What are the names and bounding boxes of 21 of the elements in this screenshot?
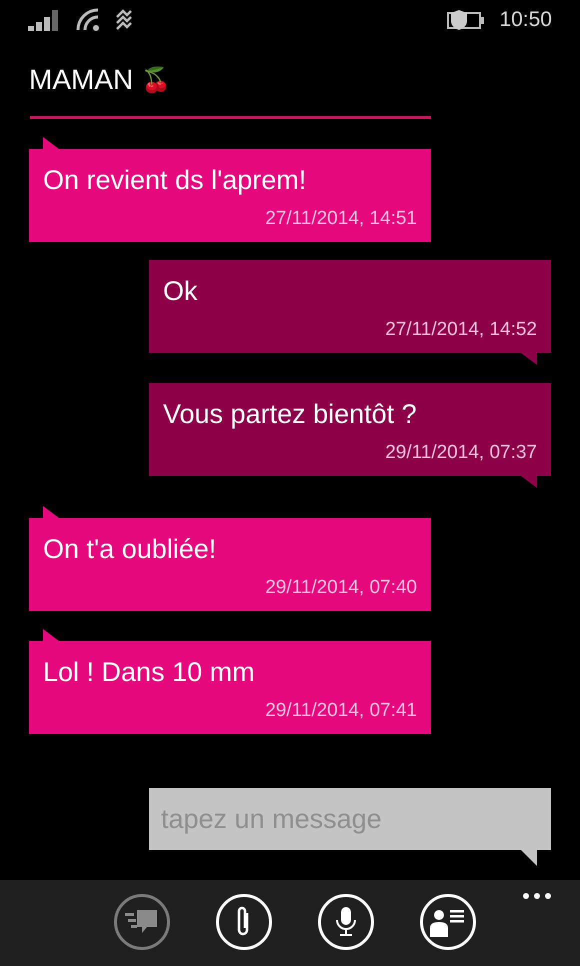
message-text: Lol ! Dans 10 mm [43, 657, 256, 688]
message-timestamp: 29/11/2014, 07:41 [265, 700, 417, 722]
bubble-tail [521, 850, 537, 866]
message-timestamp: 29/11/2014, 07:37 [385, 442, 537, 464]
cherry-emoji: 🍒 [141, 66, 172, 94]
message-text: On revient ds l'aprem! [43, 165, 308, 196]
message-text: Ok [163, 276, 199, 307]
message-timestamp: 29/11/2014, 07:40 [265, 577, 417, 599]
time-text: 10:50 [499, 8, 552, 32]
message-text: Vous partez bientôt ? [163, 399, 418, 430]
message-timestamp: 27/11/2014, 14:52 [385, 319, 537, 341]
battery-saver-icon [447, 8, 486, 32]
more-icon[interactable] [522, 892, 552, 900]
voice-button[interactable] [318, 894, 374, 950]
microphone-icon [334, 906, 358, 938]
message-timestamp: 27/11/2014, 14:51 [265, 208, 417, 230]
wifi-icon [76, 8, 100, 32]
contact-button[interactable] [420, 894, 476, 950]
attach-button[interactable] [216, 894, 272, 950]
message-text: On t'a oubliée! [43, 534, 218, 565]
contact-name: MAMAN [29, 64, 134, 96]
